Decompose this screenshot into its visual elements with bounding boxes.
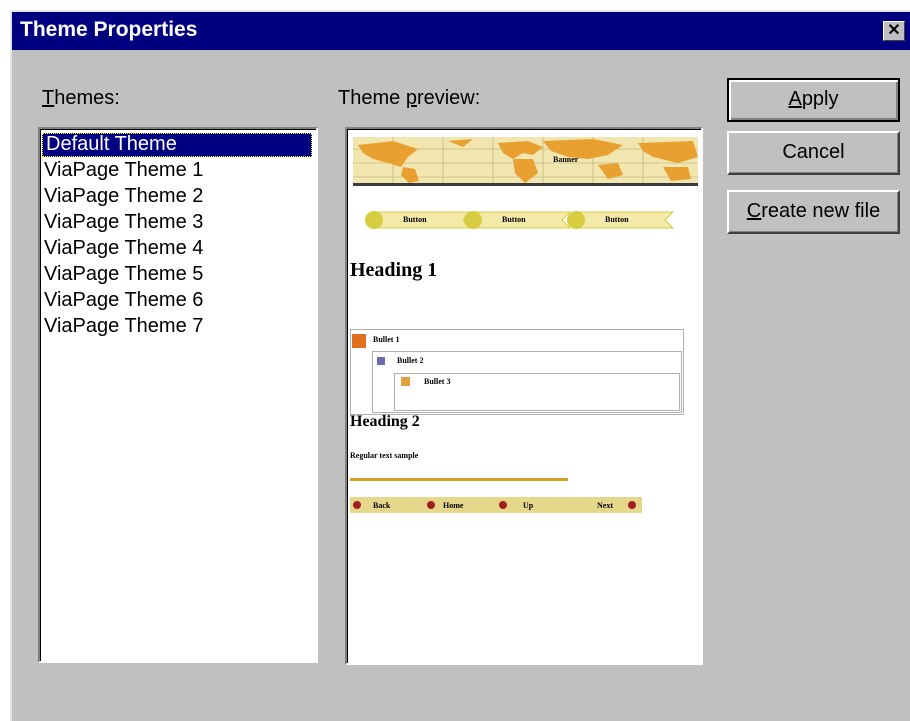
preview-heading-1: Heading 1: [350, 259, 438, 281]
themes-listbox[interactable]: Default Theme ViaPage Theme 1 ViaPage Th…: [38, 127, 318, 663]
theme-item-1[interactable]: ViaPage Theme 1: [40, 157, 316, 183]
theme-preview-label: Theme preview:: [338, 87, 481, 109]
footer-home-label: Home: [443, 501, 464, 510]
preview-banner: Banner: [353, 137, 698, 186]
window-title: Theme Properties: [20, 18, 198, 41]
bullet-3-icon: [401, 377, 410, 386]
footer-up-label: Up: [523, 501, 534, 510]
preview-rule: [350, 478, 568, 481]
theme-item-default[interactable]: Default Theme: [42, 133, 312, 157]
theme-item-3[interactable]: ViaPage Theme 3: [40, 209, 316, 235]
footer-up-icon: [499, 501, 507, 509]
footer-home-icon: [427, 501, 435, 509]
bullet-3-text: Bullet 3: [424, 377, 451, 386]
close-icon: ✕: [887, 22, 901, 39]
theme-item-4[interactable]: ViaPage Theme 4: [40, 235, 316, 261]
nav-button-label-1: Button: [403, 215, 427, 224]
themes-label: Themes:: [42, 87, 120, 109]
nav-button-label-2: Button: [502, 215, 526, 224]
preview-nav-button-1: Button: [363, 209, 473, 229]
theme-item-2[interactable]: ViaPage Theme 2: [40, 183, 316, 209]
cancel-button[interactable]: Cancel: [727, 131, 900, 175]
theme-preview-pane: Banner Button Button Button Heading 1 Bu…: [345, 127, 703, 665]
theme-item-7[interactable]: ViaPage Theme 7: [40, 313, 316, 339]
theme-item-6[interactable]: ViaPage Theme 6: [40, 287, 316, 313]
banner-text: Banner: [553, 155, 579, 164]
footer-back-label: Back: [373, 501, 391, 510]
footer-back-icon: [353, 501, 361, 509]
bullet-2-icon: [377, 357, 385, 365]
world-map-image: [353, 137, 698, 183]
preview-nav-button-3: Button: [565, 209, 675, 229]
preview-regular-text: Regular text sample: [350, 451, 419, 460]
create-new-file-button[interactable]: Create new file: [727, 190, 900, 234]
bullet-1-icon: [352, 334, 366, 348]
title-bar[interactable]: Theme Properties ✕: [12, 12, 910, 50]
footer-next-icon: [628, 501, 636, 509]
theme-item-5[interactable]: ViaPage Theme 5: [40, 261, 316, 287]
nav-button-label-3: Button: [605, 215, 629, 224]
close-button[interactable]: ✕: [883, 21, 905, 41]
bullet-2-text: Bullet 2: [397, 356, 424, 365]
bullet-1-text: Bullet 1: [373, 335, 400, 344]
apply-button[interactable]: Apply: [727, 78, 900, 122]
footer-next-label: Next: [597, 501, 613, 510]
theme-properties-dialog: Theme Properties ✕ Themes: Theme preview…: [10, 10, 910, 721]
preview-heading-2: Heading 2: [350, 413, 420, 430]
preview-nav-button-2: Button: [462, 209, 572, 229]
